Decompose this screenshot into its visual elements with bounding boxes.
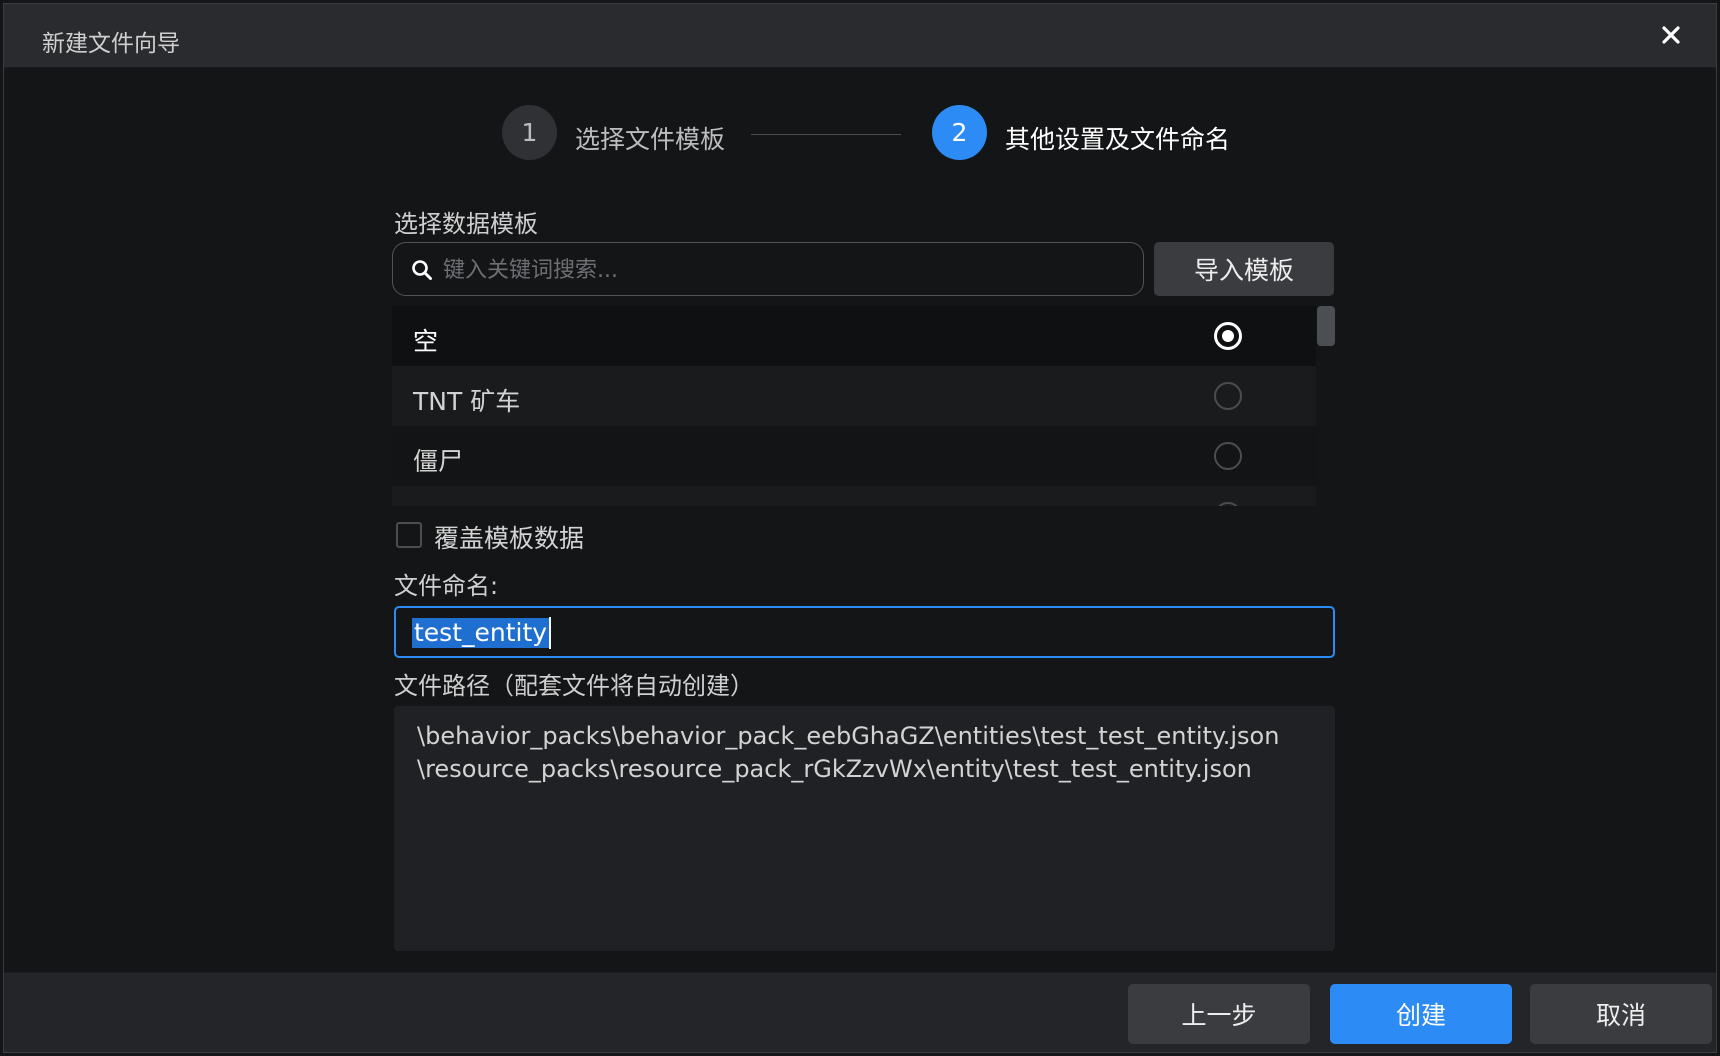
step-2-indicator: 2 [932, 105, 987, 160]
search-icon [412, 260, 432, 280]
list-item-label: 空 [413, 327, 439, 356]
list-item-label: TNT 矿车 [413, 387, 521, 416]
step-1-label: 选择文件模板 [575, 125, 726, 154]
template-item-empty[interactable]: 空 [392, 306, 1316, 366]
filename-input[interactable]: test_entity [394, 606, 1335, 658]
filename-label: 文件命名: [394, 572, 499, 600]
filename-selected-text: test_entity [412, 618, 550, 648]
filepath-display: \behavior_packs\behavior_pack_eebGhaGZ\e… [394, 706, 1335, 951]
new-file-wizard-dialog: 新建文件向导 1 选择文件模板 2 其他设置及文件命名 选择数据模板 导入模板 … [3, 3, 1717, 1053]
create-button[interactable]: 创建 [1330, 984, 1512, 1044]
template-radio[interactable] [1214, 382, 1242, 410]
scrollbar-thumb[interactable] [1317, 306, 1335, 346]
template-section-label: 选择数据模板 [394, 210, 538, 238]
template-radio[interactable] [1214, 442, 1242, 470]
close-icon [1662, 26, 1680, 44]
template-search-box [392, 242, 1144, 297]
previous-step-button[interactable]: 上一步 [1128, 984, 1310, 1044]
close-button[interactable] [1654, 18, 1688, 52]
title-bar: 新建文件向导 [4, 4, 1716, 68]
step-1-indicator: 1 [502, 105, 557, 160]
dialog-title: 新建文件向导 [42, 31, 180, 57]
import-template-button[interactable]: 导入模板 [1154, 242, 1334, 296]
list-item-label: 僵尸 [413, 447, 464, 476]
cancel-button[interactable]: 取消 [1530, 984, 1712, 1044]
filepath-label: 文件路径（配套文件将自动创建） [394, 672, 754, 700]
override-template-label: 覆盖模板数据 [434, 524, 585, 553]
template-item-zombie[interactable]: 僵尸 [392, 426, 1316, 486]
override-template-checkbox[interactable] [396, 522, 422, 548]
template-radio [1214, 502, 1242, 506]
template-item-partial [392, 486, 1316, 506]
template-list-scrollbar[interactable] [1317, 306, 1335, 506]
text-caret [549, 617, 551, 649]
resource-pack-path: \resource_packs\resource_pack_rGkZzvWx\e… [417, 755, 1252, 783]
behavior-pack-path: \behavior_packs\behavior_pack_eebGhaGZ\e… [417, 722, 1280, 750]
template-list: 空 TNT 矿车 僵尸 [392, 306, 1335, 506]
template-search-input[interactable] [441, 243, 1131, 297]
template-item-tnt-minecart[interactable]: TNT 矿车 [392, 366, 1316, 426]
step-2-label: 其他设置及文件命名 [1005, 125, 1231, 154]
template-radio-selected[interactable] [1214, 322, 1242, 350]
step-connector [751, 134, 901, 135]
